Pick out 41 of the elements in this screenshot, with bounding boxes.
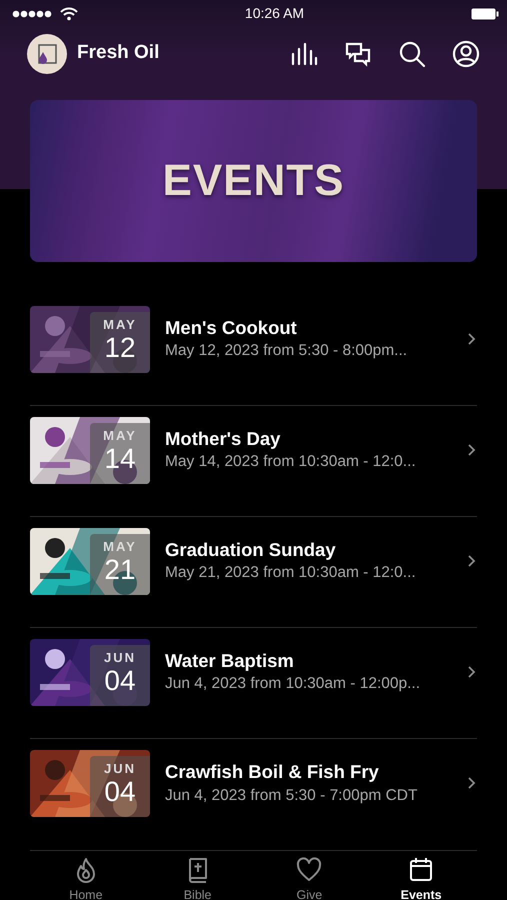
event-row[interactable]: MAY 12 Men's Cookout May 12, 2023 from 5:30 - 8:00pm... — [30, 295, 477, 406]
app-title: Fresh Oil — [77, 41, 160, 66]
event-date-range: May 14, 2023 from 10:30am - 12:0... — [165, 452, 417, 472]
event-month: MAY — [103, 318, 137, 330]
event-date-range: May 21, 2023 from 10:30am - 12:0... — [165, 563, 417, 584]
event-row[interactable]: JUN 04 Water Baptism Jun 4, 2023 from 10:30am - 12:00p... — [30, 628, 477, 739]
tab-bar-item[interactable]: Events — [365, 851, 477, 900]
profile-icon[interactable] — [452, 40, 480, 68]
calendar-icon — [408, 856, 434, 884]
status-time: 10:26 AM — [244, 4, 304, 23]
tab-bar-item[interactable]: Give — [254, 851, 366, 900]
chevron-icon — [467, 332, 477, 346]
logo-icon — [27, 34, 67, 74]
event-title: Men's Cookout — [165, 316, 298, 340]
chevron-icon — [467, 554, 477, 568]
event-title: Graduation Sunday — [165, 538, 337, 562]
event-title: Mother's Day — [165, 428, 282, 450]
chevron-icon — [467, 664, 477, 679]
event-date-range: May 12, 2023 from 5:30 - 8:00pm... — [165, 341, 408, 362]
tab-bar-item[interactable]: Home — [30, 851, 142, 900]
event-row[interactable]: JUN 04 Crawfish Boil & Fish Fry Jun 4, 2023 from 5:30 - 7:00pm CDT — [30, 739, 477, 850]
event-title: Crawfish Boil & Fish Fry — [165, 761, 380, 784]
search-icon[interactable] — [398, 40, 426, 68]
event-month: MAY — [103, 540, 137, 552]
chevron-icon — [467, 442, 477, 457]
event-date-range: Jun 4, 2023 from 5:30 - 7:00pm CDT — [165, 786, 418, 806]
banner-title: EVENTS — [162, 155, 345, 207]
wifi-icon — [60, 6, 78, 20]
event-month: JUN — [104, 650, 136, 664]
tab-bar-item[interactable]: Bible — [142, 851, 254, 900]
heart-icon — [296, 856, 322, 884]
chevron-icon — [467, 776, 477, 790]
signal-icon — [12, 8, 52, 18]
event-month: MAY — [103, 428, 137, 442]
event-month: JUN — [104, 762, 136, 775]
event-day: 04 — [104, 666, 136, 694]
event-day: 04 — [104, 778, 136, 806]
event-title: Water Baptism — [165, 650, 295, 672]
event-day: 12 — [104, 334, 136, 362]
event-date-range: Jun 4, 2023 from 10:30am - 12:00p... — [165, 674, 422, 694]
battery-icon — [471, 8, 499, 20]
